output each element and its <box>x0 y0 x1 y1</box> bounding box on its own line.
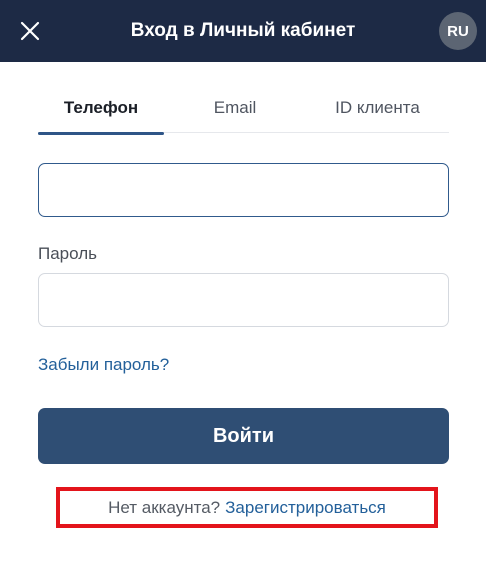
password-label: Пароль <box>38 244 97 263</box>
no-account-text: Нет аккаунта? <box>108 497 221 517</box>
register-link[interactable]: Зарегистрироваться <box>225 498 386 518</box>
login-button[interactable]: Войти <box>38 408 449 464</box>
password-input[interactable] <box>38 273 449 327</box>
forgot-password-link[interactable]: Забыли пароль? <box>38 355 169 375</box>
register-highlight: Нет аккаунта? Зарегистрироваться <box>56 487 438 528</box>
page-title: Вход в Личный кабинет <box>130 20 356 41</box>
language-button[interactable]: RU <box>439 12 477 50</box>
tab-email[interactable]: Email <box>164 82 306 133</box>
tab-phone[interactable]: Телефон <box>38 82 164 135</box>
header-bar: Вход в Личный кабинет RU <box>0 0 486 62</box>
tab-client-id[interactable]: ID клиента <box>306 82 449 133</box>
phone-input[interactable] <box>38 163 449 217</box>
login-method-tabs: Телефон Email ID клиента <box>38 82 449 135</box>
